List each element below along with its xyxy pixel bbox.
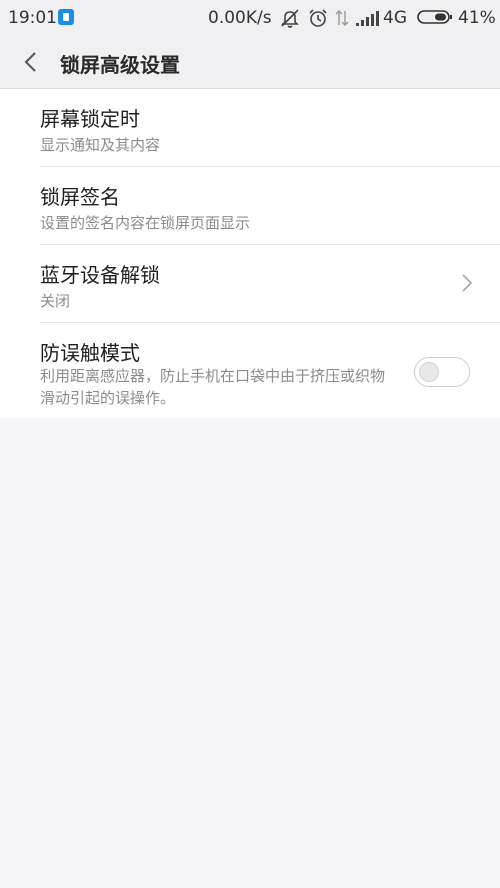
setting-item-screen-lock[interactable]: 屏幕锁定时 显示通知及其内容 (0, 89, 500, 167)
screen: 19:01 0.00K/s 4G 41% 锁屏高级设置 屏幕锁定时 显示通知及其… (0, 0, 500, 888)
mute-icon (281, 9, 299, 28)
setting-subtitle: 利用距离感应器，防止手机在口袋中由于挤压或织物滑动引起的误操作。 (40, 367, 386, 407)
back-button[interactable] (14, 46, 46, 78)
chevron-right-icon (462, 274, 473, 292)
setting-subtitle: 关闭 (40, 292, 71, 310)
setting-subtitle: 显示通知及其内容 (40, 136, 161, 154)
status-network-type: 4G (383, 8, 407, 28)
app-notification-icon (58, 9, 74, 25)
alarm-icon (309, 9, 327, 27)
settings-list: 屏幕锁定时 显示通知及其内容 锁屏签名 设置的签名内容在锁屏页面显示 蓝牙设备解… (0, 89, 500, 418)
setting-item-lock-signature[interactable]: 锁屏签名 设置的签名内容在锁屏页面显示 (0, 167, 500, 245)
battery-icon (417, 10, 452, 24)
chevron-left-icon (24, 52, 36, 72)
setting-title: 锁屏签名 (40, 185, 120, 209)
page-title: 锁屏高级设置 (60, 53, 180, 77)
status-bar: 19:01 0.00K/s 4G 41% (0, 0, 500, 36)
setting-subtitle: 设置的签名内容在锁屏页面显示 (40, 214, 251, 232)
status-icons (279, 6, 379, 30)
setting-title: 蓝牙设备解锁 (40, 263, 160, 287)
pocket-mode-toggle[interactable] (414, 357, 470, 387)
setting-item-pocket-mode[interactable]: 防误触模式 利用距离感应器，防止手机在口袋中由于挤压或织物滑动引起的误操作。 (0, 323, 500, 418)
status-net-speed: 0.00K/s (208, 8, 272, 28)
setting-title: 屏幕锁定时 (40, 107, 140, 131)
setting-title: 防误触模式 (40, 341, 140, 365)
status-time: 19:01 (8, 8, 57, 28)
header: 锁屏高级设置 (0, 36, 500, 89)
signal-icon (356, 11, 379, 26)
setting-item-bluetooth-unlock[interactable]: 蓝牙设备解锁 关闭 (0, 245, 500, 323)
toggle-knob (419, 362, 439, 382)
data-arrows-icon (335, 10, 349, 26)
status-battery-percent: 41% (458, 8, 496, 28)
